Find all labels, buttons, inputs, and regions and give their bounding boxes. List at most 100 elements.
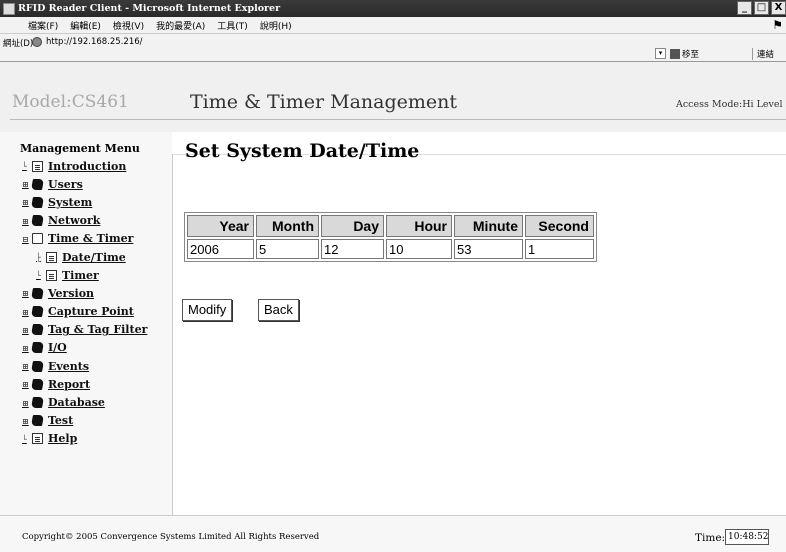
sidebar-item-database[interactable]: ⊞ Database [22,393,147,411]
menu-edit[interactable]: 編輯(E) [70,19,101,32]
sidebar-item-label[interactable]: Tag & Tag Filter [48,323,147,336]
date-time-table: Year Month Day Hour Minute Second 2006 5… [184,212,597,262]
sidebar-item-label[interactable]: Database [48,396,105,409]
sidebar-item-introduction[interactable]: └ Introduction [22,157,147,175]
sidebar-item-label[interactable]: Time & Timer [48,232,133,245]
page-footer: Copyright© 2005 Convergence Systems Limi… [0,515,786,552]
sidebar-item-network[interactable]: ⊞ Network [22,212,147,230]
sidebar-item-label[interactable]: Test [48,414,73,427]
sidebar-item-label[interactable]: Version [48,287,94,300]
sidebar-item-system[interactable]: ⊞ System [22,193,147,211]
hour-input[interactable]: 10 [386,239,452,259]
open-book-icon [32,233,43,245]
book-icon [31,324,44,336]
expand-icon[interactable]: ⊞ [22,416,30,426]
page-title: Time & Timer Management [190,91,458,113]
expand-icon[interactable]: ⊞ [22,307,30,317]
close-button[interactable]: X [771,1,786,15]
expand-icon[interactable]: ⊞ [22,343,30,353]
sidebar-item-help[interactable]: └ Help [22,430,147,448]
sidebar-item-label[interactable]: Timer [62,269,99,282]
ie-app-icon [3,2,15,15]
expand-icon[interactable]: ⊞ [22,216,30,226]
sidebar-item-label[interactable]: Events [48,360,89,373]
table-row: 2006 5 12 10 53 1 [187,239,594,259]
minute-input[interactable]: 53 [454,239,523,259]
back-button[interactable]: Back [258,299,299,321]
sidebar-item-label[interactable]: Users [48,178,83,191]
expand-icon[interactable]: ⊞ [22,179,30,189]
minimize-button[interactable]: _ [737,1,752,15]
day-input[interactable]: 12 [321,239,384,259]
book-icon [31,196,44,208]
sidebar-item-label[interactable]: Report [48,378,90,391]
sidebar-item-label[interactable]: Network [48,214,100,227]
tree-branch-line: └ [36,270,41,281]
menu-view[interactable]: 檢視(V) [113,19,144,32]
links-button[interactable]: 連結 [752,48,774,60]
column-header: Minute [454,215,523,237]
section-heading: Set System Date/Time [185,140,420,162]
tree-branch-line: ├ [36,252,41,263]
sidebar-item-label[interactable]: I/O [48,341,67,354]
book-icon [31,287,44,299]
sidebar-item-label[interactable]: Introduction [48,160,126,173]
page-icon [32,160,43,172]
expand-icon[interactable]: ⊞ [22,398,30,408]
model-label: Model:CS461 [12,92,129,112]
sidebar-item-events[interactable]: ⊞ Events [22,357,147,375]
column-header: Month [256,215,319,237]
window-controls: _ □ X [735,1,786,15]
maximize-button[interactable]: □ [754,1,769,15]
sidebar-item-label[interactable]: System [48,196,92,209]
sidebar-item-date-time[interactable]: ├ Date/Time [22,248,147,266]
sidebar-item-label[interactable]: Date/Time [62,251,126,264]
modify-button[interactable]: Modify [182,299,233,321]
sidebar-item-report[interactable]: ⊞ Report [22,375,147,393]
sidebar-item-test[interactable]: ⊞ Test [22,412,147,430]
column-header: Year [187,215,254,237]
sidebar-item-users[interactable]: ⊞ Users [22,175,147,193]
sidebar-item-timer[interactable]: └ Timer [22,266,147,284]
expand-icon[interactable]: ⊞ [22,197,30,207]
sidebar-item-io[interactable]: ⊞ I/O [22,339,147,357]
window-title: RFID Reader Client - Microsoft Internet … [18,3,281,14]
address-input[interactable]: http://192.168.25.216/ [46,37,143,47]
address-dropdown-icon[interactable]: ▾ [655,48,666,59]
expand-icon[interactable]: ⊞ [22,325,30,335]
second-input[interactable]: 1 [525,239,594,259]
menu-favorites[interactable]: 我的最愛(A) [156,19,205,32]
expand-icon[interactable]: ⊞ [22,379,30,389]
menu-tools[interactable]: 工具(T) [217,19,248,32]
year-input[interactable]: 2006 [187,239,254,259]
main-content: Set System Date/Time Year Month Day Hour… [172,132,786,515]
sidebar-item-label[interactable]: Capture Point [48,305,134,318]
time-field[interactable]: 10:48:52 [725,529,769,545]
menu-file[interactable]: 檔案(F) [28,19,58,32]
sidebar-title: Management Menu [20,142,140,155]
menu-help[interactable]: 說明(H) [260,19,292,32]
column-header: Hour [386,215,452,237]
sidebar-item-label[interactable]: Help [48,432,77,445]
month-input[interactable]: 5 [256,239,319,259]
copyright-text: Copyright© 2005 Convergence Systems Limi… [22,532,320,542]
collapse-icon[interactable]: ⊟ [22,234,30,244]
sidebar-item-version[interactable]: ⊞ Version [22,284,147,302]
expand-icon[interactable]: ⊞ [22,288,30,298]
window-title-bar: RFID Reader Client - Microsoft Internet … [0,0,786,17]
go-label: 移至 [682,50,700,60]
sidebar-item-tag-filter[interactable]: ⊞ Tag & Tag Filter [22,321,147,339]
page-globe-icon [32,37,42,47]
sidebar-item-capture-point[interactable]: ⊞ Capture Point [22,303,147,321]
header-divider [10,119,786,120]
page-icon [46,251,57,263]
tree-branch-line: └ [22,161,27,172]
windows-logo-icon: ⚑ [772,18,783,32]
sidebar-item-time-timer[interactable]: ⊟ Time & Timer [22,230,147,248]
browser-menu-bar: 檔案(F) 編輯(E) 檢視(V) 我的最愛(A) 工具(T) 說明(H) ⚑ [0,17,786,34]
go-button[interactable]: 移至 [670,48,699,60]
column-header: Day [321,215,384,237]
go-arrow-icon [670,49,680,59]
table-header-row: Year Month Day Hour Minute Second [187,215,594,237]
expand-icon[interactable]: ⊞ [22,361,30,371]
